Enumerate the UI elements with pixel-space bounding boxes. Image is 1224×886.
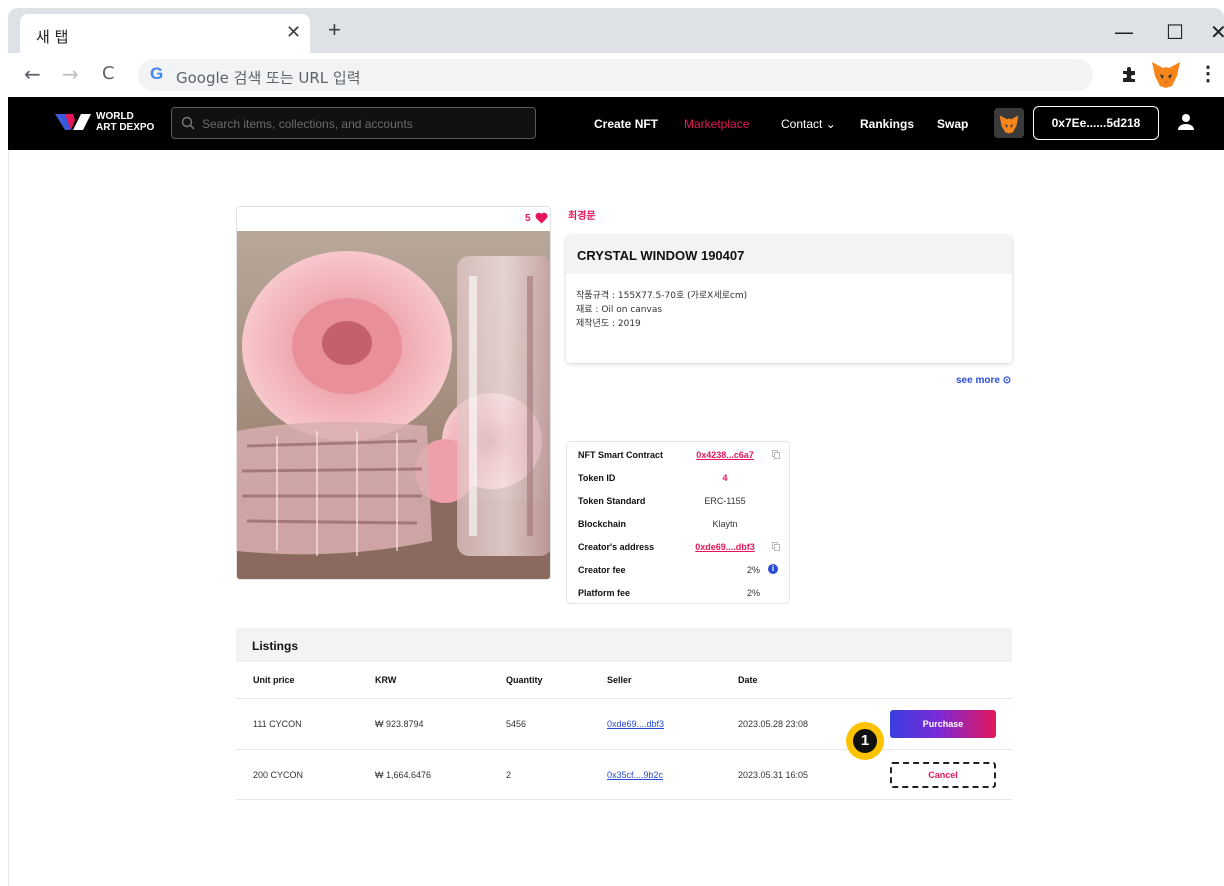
- spec-label: Blockchain: [578, 519, 627, 529]
- metamask-small-fox-icon: [999, 115, 1019, 134]
- date-cell: 2023.05.28 23:08: [738, 719, 809, 729]
- logo-line-2: ART DEXPO: [96, 122, 155, 133]
- wallet-address-button[interactable]: 0x7Ee......5d218: [1033, 106, 1159, 140]
- site-logo-text[interactable]: WORLD ART DEXPO: [96, 111, 154, 133]
- seller-link[interactable]: 0xde69....dbf3: [607, 719, 664, 729]
- step-number: 1: [853, 729, 877, 753]
- unit-price-cell: 200 CYCON: [253, 770, 304, 780]
- date-cell: 2023.05.31 16:05: [738, 770, 809, 780]
- nav-rankings[interactable]: Rankings: [860, 117, 914, 131]
- spec-row-platform-fee: Platform fee 2%: [567, 581, 789, 604]
- like-count: 5: [525, 213, 531, 224]
- back-button[interactable]: ←: [24, 63, 41, 85]
- listings-table: Listings Unit price KRW Quantity Seller …: [236, 628, 1012, 801]
- spec-row-blockchain: Blockchain Klaytn: [567, 512, 789, 535]
- nav-contact[interactable]: Contact ⌄: [781, 117, 836, 131]
- heart-icon[interactable]: [535, 212, 548, 224]
- search-icon: [181, 116, 195, 130]
- spec-label: Token Standard: [578, 496, 646, 506]
- spec-label: Creator's address: [578, 542, 655, 552]
- tab-title: 새 탭: [36, 28, 69, 46]
- artwork-material: 재료 : Oil on canvas: [576, 305, 663, 315]
- nav-create-nft[interactable]: Create NFT: [594, 117, 658, 131]
- user-profile-icon[interactable]: [1176, 112, 1196, 132]
- nft-spec-table: NFT Smart Contract 0x4238...c6a7 Token I…: [566, 441, 790, 604]
- see-more-link[interactable]: see more ⊙: [956, 375, 1011, 386]
- artist-name[interactable]: 최경문: [568, 207, 596, 222]
- listings-header: Listings: [236, 628, 1012, 662]
- artwork-title: CRYSTAL WINDOW 190407: [566, 235, 1012, 274]
- reload-button[interactable]: C: [102, 63, 115, 85]
- tab-close-icon[interactable]: ✕: [286, 22, 301, 43]
- browser-tab[interactable]: 새 탭 ✕: [20, 14, 310, 53]
- metamask-fox-icon[interactable]: [1150, 58, 1182, 90]
- minimize-button[interactable]: —: [1114, 22, 1134, 42]
- seller-link[interactable]: 0x35cf....9b2c: [607, 770, 663, 780]
- contract-address-link[interactable]: 0x4238...c6a7: [680, 450, 770, 460]
- site-search-box[interactable]: [171, 107, 536, 139]
- column-header-date: Date: [738, 675, 758, 685]
- spec-value: 2%: [746, 565, 760, 575]
- column-header-krw: KRW: [375, 675, 397, 685]
- artwork-size: 작품규격 : 155X77.5-70호 (가로X세로cm): [576, 291, 748, 301]
- spec-label: Platform fee: [578, 588, 631, 598]
- metamask-button[interactable]: [994, 108, 1024, 138]
- spec-value: 2%: [746, 588, 760, 598]
- spec-value: ERC-1155: [704, 496, 746, 506]
- google-icon: G: [150, 64, 164, 83]
- browser-tab-strip: 새 탭 ✕ + — ☐ ✕: [8, 8, 1224, 53]
- new-tab-button[interactable]: +: [328, 19, 341, 41]
- column-header-quantity: Quantity: [506, 675, 543, 685]
- listings-title: Listings: [252, 639, 299, 653]
- artwork-info-card: CRYSTAL WINDOW 190407 작품규격 : 155X77.5-70…: [566, 235, 1012, 363]
- nav-swap[interactable]: Swap: [937, 117, 968, 131]
- creator-address-link[interactable]: 0xde69....dbf3: [680, 542, 770, 552]
- table-row: 200 CYCON ₩ 1,664.6476 2 0x35cf....9b2c …: [236, 749, 1012, 800]
- artwork-year: 제작년도 : 2019: [576, 319, 641, 329]
- spec-row-creator-fee: Creator fee 2% i: [567, 558, 789, 581]
- artwork-painting-image: [237, 231, 550, 579]
- purchase-button[interactable]: Purchase: [890, 710, 996, 738]
- quantity-cell: 5456: [506, 719, 527, 729]
- unit-price-cell: 111 CYCON: [253, 719, 302, 729]
- spec-row-token-standard: Token Standard ERC-1155: [567, 489, 789, 512]
- spec-row-creator-address: Creator's address 0xde69....dbf3: [567, 535, 789, 558]
- browser-toolbar: ← → C G Google 검색 또는 URL 입력 ⋮: [8, 53, 1224, 97]
- logo-line-1: WORLD: [96, 111, 134, 122]
- spec-row-contract: NFT Smart Contract 0x4238...c6a7: [567, 443, 789, 466]
- step-number-badge: 1: [846, 722, 884, 760]
- column-header-seller: Seller: [607, 675, 632, 685]
- quantity-cell: 2: [506, 770, 512, 780]
- site-header: WORLD ART DEXPO Create NFT Marketplace C…: [8, 97, 1224, 150]
- column-header-unit-price: Unit price: [253, 675, 295, 685]
- spec-value: Klaytn: [712, 519, 738, 529]
- spec-label: NFT Smart Contract: [578, 450, 664, 460]
- spec-value: 4: [722, 473, 728, 483]
- cancel-button[interactable]: Cancel: [890, 762, 996, 788]
- address-placeholder: Google 검색 또는 URL 입력: [176, 69, 361, 87]
- browser-menu-icon[interactable]: ⋮: [1198, 61, 1218, 86]
- krw-cell: ₩ 923.8794: [375, 719, 424, 729]
- site-search-input[interactable]: [202, 114, 522, 134]
- spec-label: Creator fee: [578, 565, 626, 575]
- krw-cell: ₩ 1,664.6476: [375, 770, 432, 780]
- forward-button[interactable]: →: [62, 63, 79, 85]
- extensions-puzzle-icon[interactable]: [1120, 65, 1138, 83]
- page-left-border: [8, 150, 9, 886]
- address-bar[interactable]: G Google 검색 또는 URL 입력: [138, 59, 1093, 91]
- close-window-button[interactable]: ✕: [1210, 22, 1224, 42]
- table-row: 111 CYCON ₩ 923.8794 5456 0xde69....dbf3…: [236, 698, 1012, 749]
- nav-marketplace[interactable]: Marketplace: [684, 117, 749, 131]
- artwork-card[interactable]: 5: [236, 206, 551, 580]
- maximize-button[interactable]: ☐: [1166, 22, 1184, 42]
- copy-icon[interactable]: [772, 542, 780, 551]
- spec-row-token-id: Token ID 4: [567, 466, 789, 489]
- spec-label: Token ID: [578, 473, 616, 483]
- copy-icon[interactable]: [772, 450, 780, 459]
- info-icon[interactable]: i: [768, 564, 778, 574]
- world-art-dexpo-logo-icon[interactable]: [55, 110, 91, 134]
